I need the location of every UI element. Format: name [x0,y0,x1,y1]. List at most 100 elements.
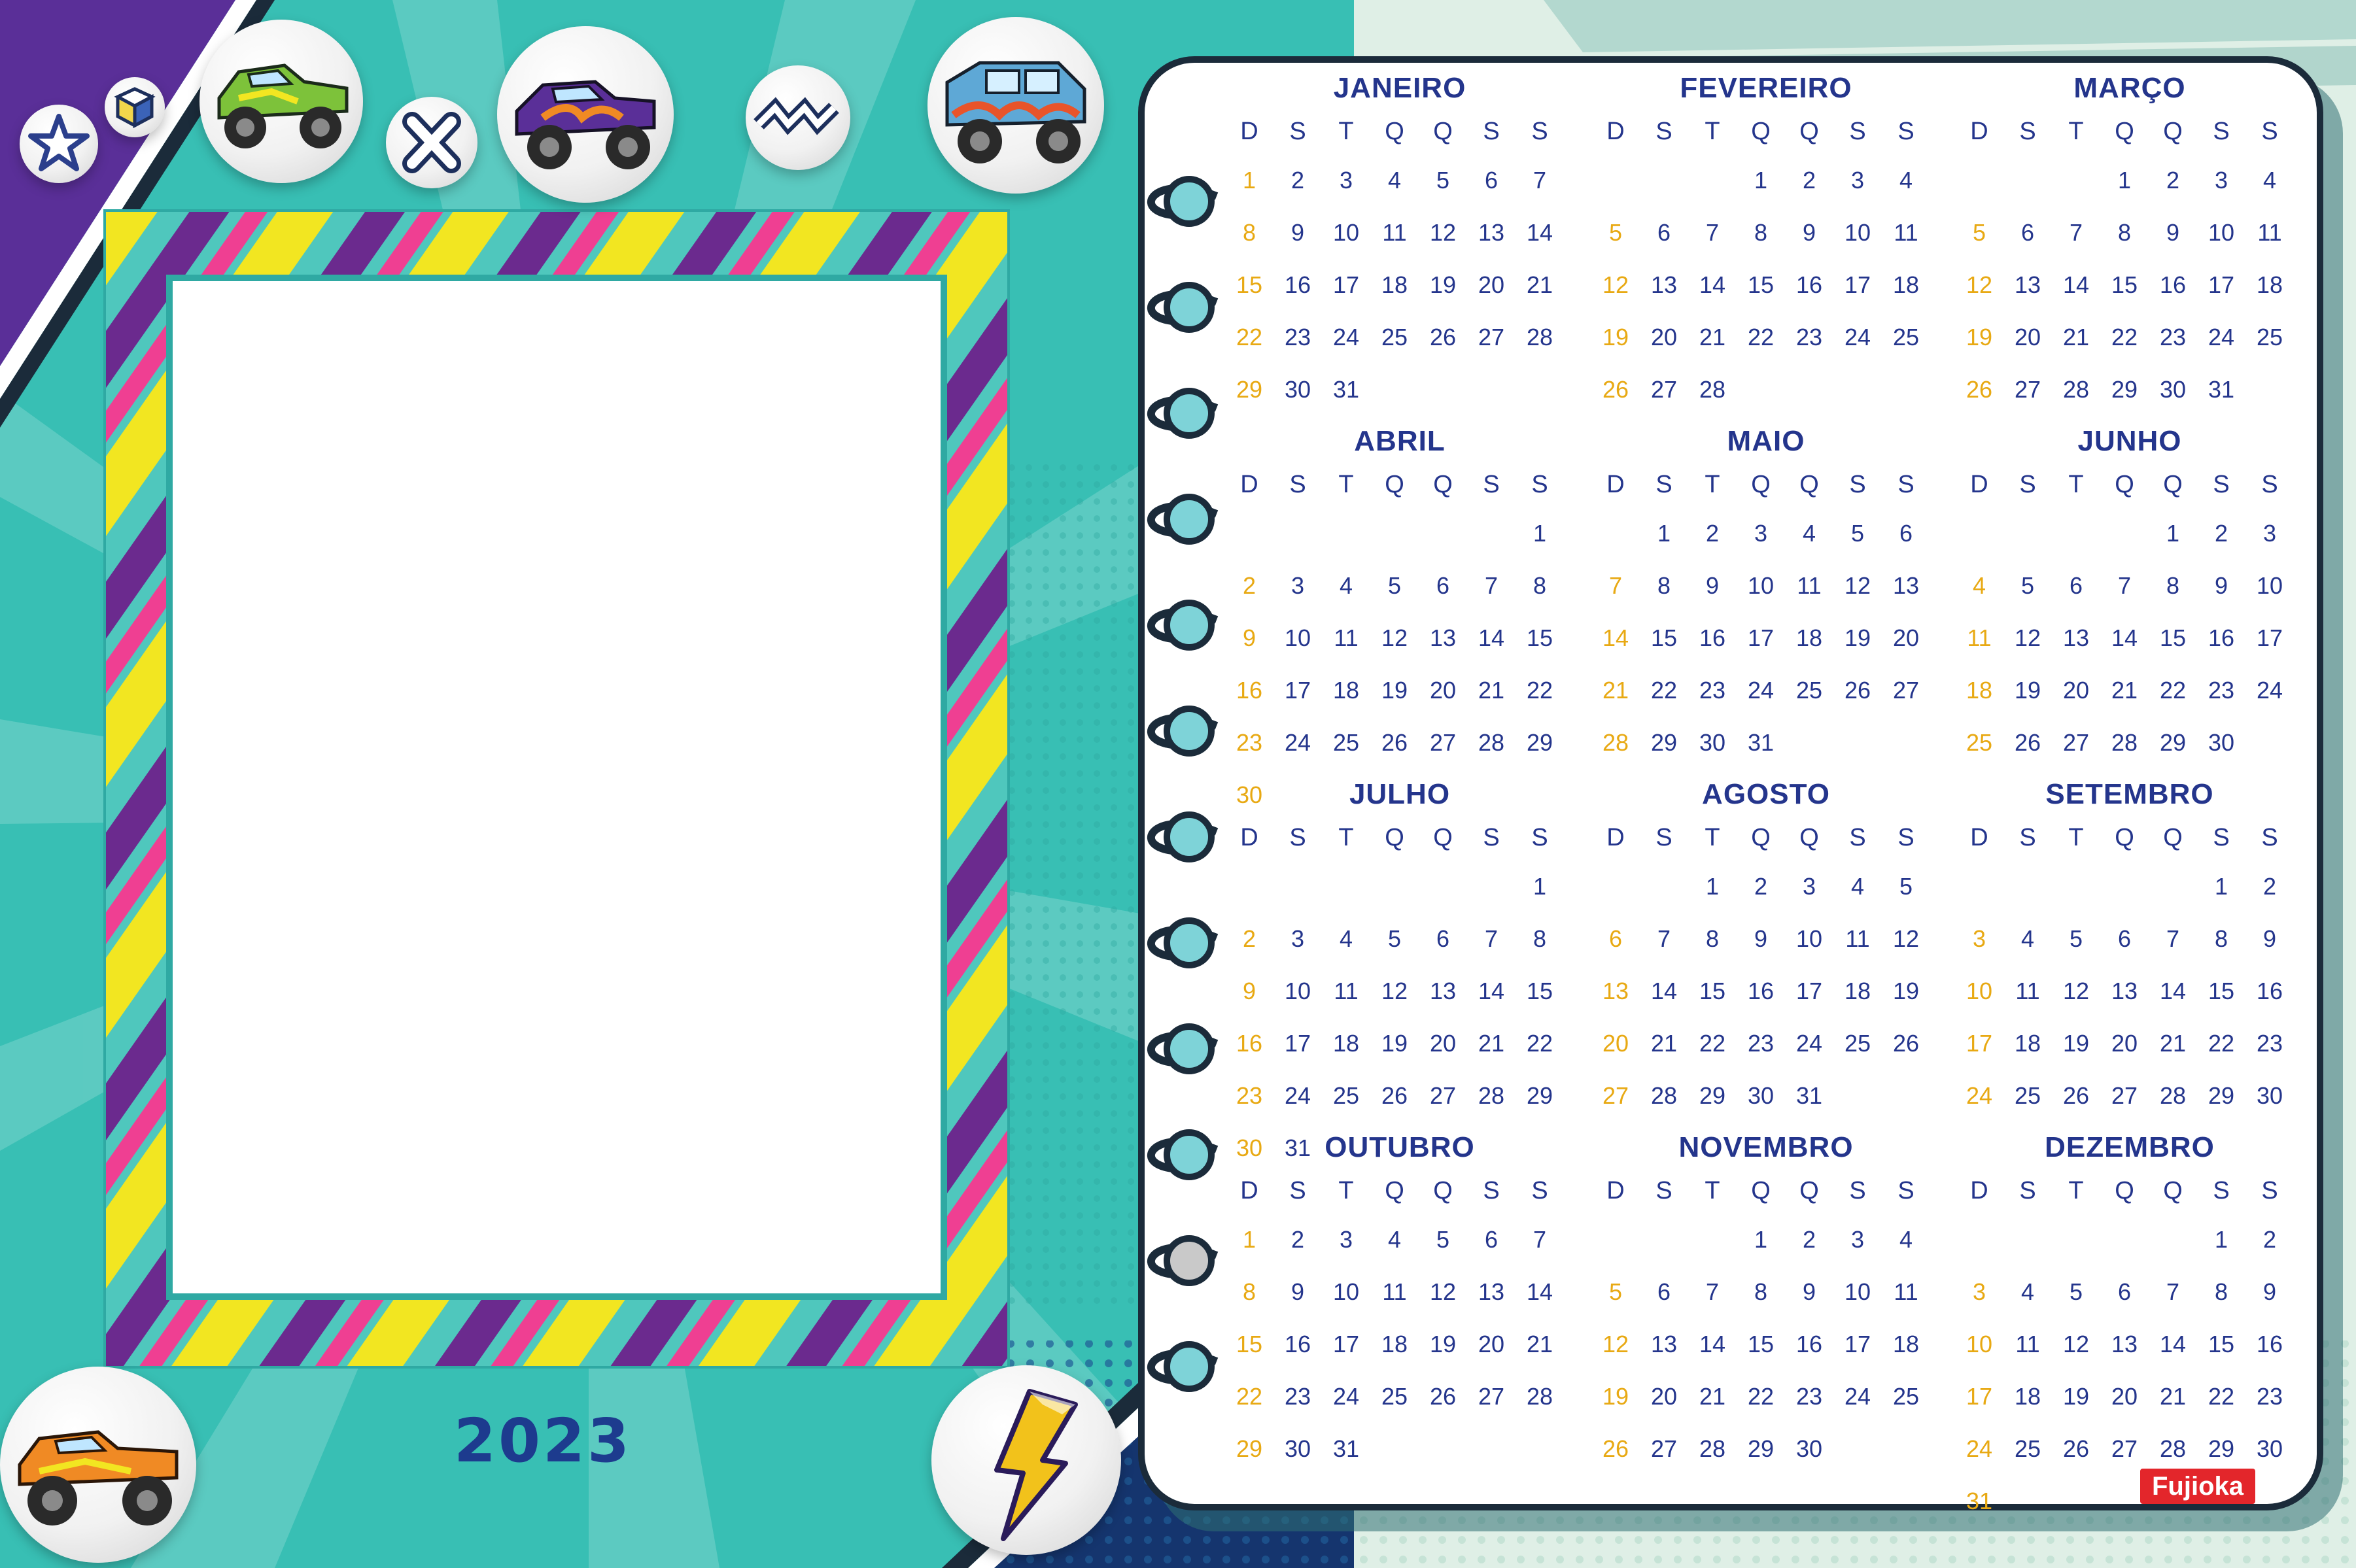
calendar-date: 14 [2159,1331,2187,1357]
sticker-purple-truck [497,26,674,203]
calendar-date: 5 [2069,925,2083,952]
calendar-date: 28 [1478,729,1505,756]
calendar-date: 12 [1892,925,1920,952]
calendar-date: 21 [1478,1030,1505,1057]
purple-monster-truck-icon [515,80,656,169]
sunday-date: 22 [1236,324,1263,350]
calendar-date: 20 [1650,324,1678,350]
weekday-header: D [1240,824,1258,851]
calendar-date: 29 [2111,376,2138,403]
calendar-date: 15 [2111,271,2138,298]
sticker-green-truck [199,20,363,183]
x-mark-icon [402,112,461,173]
calendar-date: 1 [2117,167,2132,194]
weekday-header: S [2019,118,2036,145]
calendar-date: 14 [1478,624,1505,651]
calendar-date: 2 [1754,873,1768,900]
weekday-header: T [1338,824,1354,851]
spiral-hole [1164,917,1215,968]
calendar-date: 11 [1894,219,1918,246]
sunday-date: 15 [1236,271,1263,298]
weekday-header: Q [1751,1177,1771,1204]
weekday-header: D [1240,118,1258,145]
calendar-date: 24 [2208,324,2235,350]
calendar-date: 10 [1844,219,1871,246]
calendar-date: 25 [1892,324,1920,350]
sticker-blue-truck [927,17,1104,194]
sunday-date: 3 [1972,1278,1986,1305]
calendar-date: 14 [1526,219,1553,246]
calendar-date: 10 [2208,219,2235,246]
calendar-date: 20 [2111,1383,2138,1410]
weekday-header: S [1531,118,1548,145]
calendar-date: 11 [2257,219,2282,246]
sunday-date: 1 [1242,167,1256,194]
calendar-date: 23 [1795,1383,1823,1410]
sunday-date: 7 [1608,572,1623,599]
calendar-date: 25 [1332,729,1360,756]
calendar-date: 7 [1705,1278,1720,1305]
calendar-date: 20 [1892,624,1920,651]
sunday-date: 19 [1966,324,1993,350]
calendar-date: 11 [2015,978,2040,1004]
calendar-date: 13 [1650,1331,1678,1357]
calendar-date: 28 [1478,1082,1505,1109]
calendar-date: 17 [1795,978,1823,1004]
calendar-date: 2 [1705,520,1720,547]
calendar-date: 27 [1478,1383,1505,1410]
sunday-date: 4 [1972,572,1986,599]
weekday-header: Q [1799,118,1819,145]
sunday-date: 10 [1966,1331,1993,1357]
spiral-hole [1164,282,1215,333]
calendar-date: 13 [1429,978,1457,1004]
weekday-header: Q [1751,471,1771,498]
calendar-date: 24 [1332,324,1360,350]
calendar-date: 14 [1699,271,1726,298]
sticker-zigzag [746,65,850,170]
calendar-date: 15 [1747,1331,1775,1357]
weekday-header: S [2261,118,2278,145]
spiral-hole [1164,706,1215,757]
calendar-date: 28 [1526,1383,1553,1410]
weekday-header: S [1289,824,1306,851]
calendar-date: 26 [1429,1383,1457,1410]
sunday-date: 9 [1242,978,1256,1004]
calendar-date: 8 [1705,925,1720,952]
cube-icon [114,87,156,129]
calendar-date: 2 [2166,167,2180,194]
calendar-date: 26 [2062,1435,2090,1462]
calendar-date: 19 [1381,677,1408,704]
weekday-header: Q [2115,824,2134,851]
calendar-date: 26 [1892,1030,1920,1057]
calendar-date: 21 [2159,1383,2187,1410]
weekday-header: Q [2115,1177,2134,1204]
calendar-date: 4 [1899,167,1913,194]
calendar-date: 9 [1754,925,1768,952]
calendar-date: 10 [1332,219,1360,246]
calendar-date: 3 [1754,520,1768,547]
weekday-header: T [1338,118,1354,145]
calendar-date: 23 [1284,324,1311,350]
weekday-header: S [1897,824,1914,851]
month-title: JULHO [1349,778,1451,810]
calendar-date: 13 [2111,1331,2138,1357]
weekday-header: S [1483,471,1500,498]
calendar-date: 17 [2208,271,2235,298]
calendar-date: 27 [1429,729,1457,756]
calendar-date: 4 [2262,167,2277,194]
photo-placeholder[interactable] [166,275,947,1300]
calendar-date: 20 [2062,677,2090,704]
calendar-date: 31 [1332,1435,1360,1462]
calendar-date: 4 [1802,520,1816,547]
calendar-date: 24 [1844,1383,1871,1410]
calendar-date: 1 [1705,873,1720,900]
calendar-date: 8 [2166,572,2180,599]
calendar-date: 19 [1892,978,1920,1004]
calendar-date: 12 [1844,572,1871,599]
calendar-date: 22 [2208,1383,2235,1410]
calendar-date: 11 [1797,572,1822,599]
calendar-date: 26 [2014,729,2041,756]
calendar-date: 5 [1387,925,1402,952]
calendar-date: 16 [2208,624,2235,651]
weekday-header: S [1483,824,1500,851]
